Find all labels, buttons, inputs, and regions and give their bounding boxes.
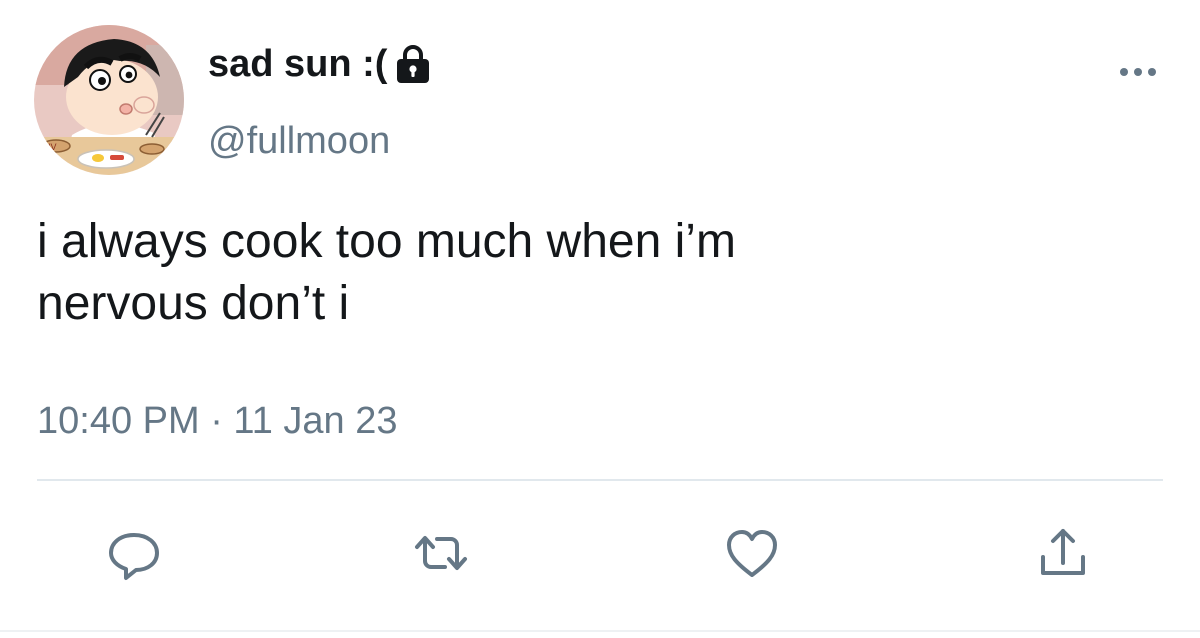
- avatar-text: NV: [44, 142, 57, 152]
- tweet-text: i always cook too much when i’m nervous …: [37, 215, 736, 330]
- more-options-icon[interactable]: [1116, 60, 1160, 84]
- cartoon-boy-avatar-icon: NV: [34, 25, 184, 175]
- retweet-button[interactable]: [411, 523, 471, 583]
- share-button[interactable]: [1033, 523, 1093, 583]
- user-handle[interactable]: @fullmoon: [208, 118, 390, 164]
- speech-bubble-icon: [109, 533, 159, 580]
- divider: [37, 479, 1163, 481]
- avatar[interactable]: NV: [34, 25, 184, 175]
- display-name[interactable]: sad sun :(: [208, 41, 433, 87]
- lock-icon: [397, 45, 430, 83]
- retweet-arrows-icon: [415, 536, 467, 570]
- bottom-divider: [0, 630, 1200, 632]
- tweet-timestamp[interactable]: 10:40 PM · 11 Jan 23: [37, 398, 398, 444]
- heart-icon: [727, 530, 777, 577]
- like-button[interactable]: [722, 523, 782, 583]
- reply-button[interactable]: [104, 523, 164, 583]
- upload-arrow-icon: [1041, 529, 1085, 575]
- display-name-text: sad sun :(: [208, 43, 388, 85]
